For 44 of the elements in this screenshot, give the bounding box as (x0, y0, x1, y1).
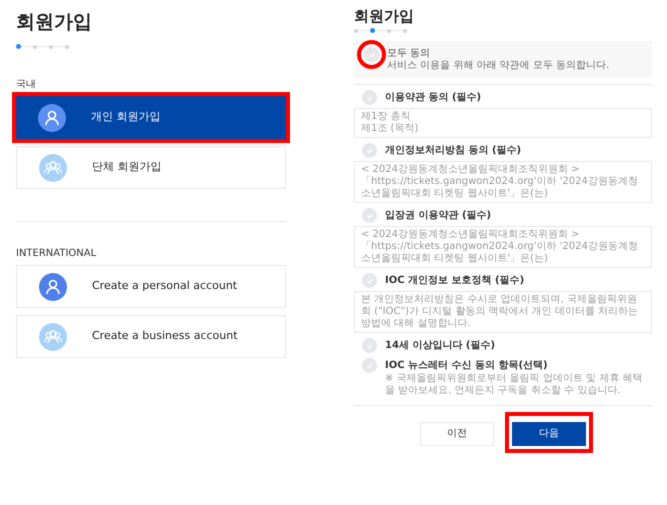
term-label: 이용약관 동의 (필수) (385, 91, 482, 104)
signup-option[interactable]: 개인 회원가입 (16, 96, 286, 139)
check-icon (366, 362, 374, 370)
agree-all-label: 모두 동의 (387, 47, 432, 60)
checkbox[interactable] (362, 358, 377, 373)
group-icon (39, 154, 67, 182)
terms-text: 「https://tickets.gangwon2024.org'이하 '2024강원동계청소년올림픽대회 티켓팅 웹사이트'」은(는) (361, 176, 639, 200)
agree-all-description: 서비스 이용을 위해 아래 약관에 모두 동의합니다. (387, 60, 610, 72)
term-label: IOC 뉴스레터 수신 동의 항목(선택) (385, 359, 548, 372)
checkbox[interactable] (362, 273, 377, 288)
note-text: ※ 국제올림픽위원회로부터 올림픽 업데이트 및 제휴 혜택을 받아보세요. 언제든지 구독을 취소할 수 있습니다. (384, 373, 644, 397)
check-icon (366, 276, 374, 284)
term-label: 개인정보처리방침 동의 (필수) (385, 144, 522, 157)
check-icon (366, 94, 374, 102)
signup-option[interactable]: Create a business account (16, 315, 286, 358)
checkbox[interactable] (362, 143, 377, 158)
term-label: 입장권 이용약관 (필수) (385, 209, 492, 222)
section-label: INTERNATIONAL (16, 247, 98, 261)
back-button[interactable]: 이전 (420, 422, 494, 446)
terms-text: 제1장 총칙 (361, 111, 412, 123)
signup-option[interactable]: 단체 회원가입 (16, 146, 286, 189)
group-icon (39, 322, 67, 350)
check-icon (366, 146, 374, 154)
section-label: 국내 (16, 78, 37, 92)
page-title: 회원가입 (354, 6, 415, 27)
terms-text: 「https://tickets.gangwon2024.org'이하 '2024강원동계청소년올림픽대회 티켓팅 웹사이트'」은(는) (361, 241, 639, 265)
checkbox[interactable] (362, 90, 377, 105)
check-icon (366, 212, 374, 220)
terms-text: < 2024강원동계청소년올림픽대회조직위원회 > (361, 229, 581, 240)
next-button[interactable]: 다음 (512, 422, 586, 446)
terms-text: 제1조 (목적) (361, 123, 420, 135)
checkbox[interactable] (362, 338, 377, 353)
terms-text: 본 개인정보처리방침은 수시로 업데이트되며, 국제올림픽위원회 ("IOC")가 디지털 활동의 맥락에서 개인 데이터를 처리하는 방법에 대해 설명합니다. (361, 294, 640, 330)
check-icon (366, 342, 374, 350)
terms-text: < 2024강원동계청소년올림픽대회조직위원회 > (361, 164, 581, 176)
person-icon (38, 104, 66, 132)
checkbox[interactable] (362, 208, 377, 223)
term-label: IOC 개인정보 보호정책 (필수) (385, 274, 524, 287)
checkbox[interactable] (364, 47, 379, 62)
term-label: 14세 이상입니다 (필수) (385, 339, 496, 352)
page-title: 회원가입 (16, 10, 93, 35)
signup-option[interactable]: Create a personal account (16, 265, 286, 308)
check-icon (368, 50, 376, 58)
person-icon (39, 272, 67, 300)
